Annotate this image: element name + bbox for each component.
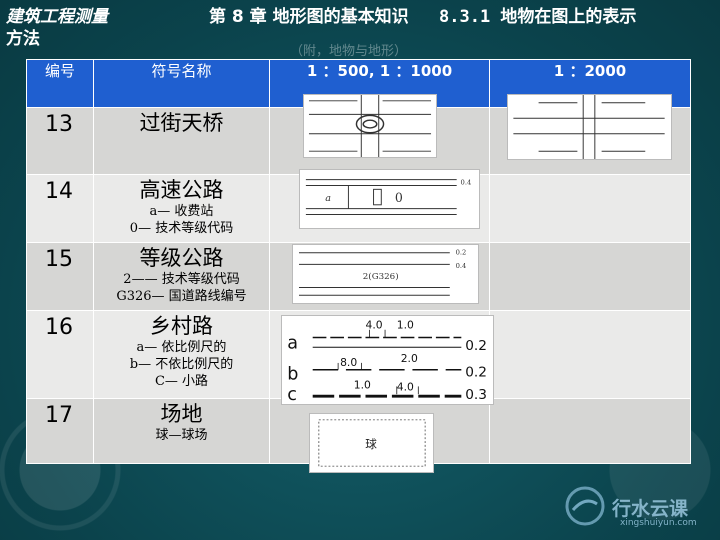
village-bot-dim-1: 1.0: [354, 378, 371, 391]
chapter-title: 第 8 章 地形图的基本知识: [209, 7, 409, 27]
row-name-sub: 球—球场: [155, 428, 208, 443]
row-name-sub: G326— 国道路线编号: [116, 289, 247, 304]
col-name: 符号名称: [93, 59, 270, 108]
row-name-main: 等级公路: [139, 246, 224, 270]
expressway-a-label: a: [325, 193, 331, 204]
ghost-subtitle: （附，地物与地形）: [290, 44, 408, 59]
grade-width-label-1: 0.2: [456, 249, 467, 257]
row-number: 17: [26, 398, 94, 464]
field-label: 球: [365, 437, 377, 451]
symbol-cell: [489, 398, 691, 464]
village-mid-dim-2: 2.0: [401, 352, 418, 365]
row-number: 14: [26, 174, 94, 243]
expressway-code-label: 0: [395, 190, 403, 205]
row-name-main: 乡村路: [150, 314, 213, 338]
symbol-cell: [489, 174, 691, 243]
row-name-main: 场地: [160, 402, 203, 426]
section-title-cont: 方法: [6, 29, 40, 49]
col-number: 编号: [26, 59, 94, 108]
village-top-dim-1: 4.0: [366, 319, 383, 332]
row-name-sub: a— 依比例尺的: [136, 340, 227, 355]
brand-logo-icon: [565, 486, 605, 526]
row-name-main: 高速公路: [139, 178, 224, 202]
village-width-b: 0.2: [465, 365, 487, 381]
row-name-sub: a— 收费站: [149, 204, 214, 219]
row-name-sub: C— 小路: [154, 374, 209, 389]
row-number: 15: [26, 242, 94, 311]
overpass-symbol-small: [507, 94, 672, 160]
expressway-symbol: 0.4 a 0: [299, 169, 480, 229]
row-name: 场地 球—球场: [93, 398, 270, 464]
row-name-sub: 2—— 技术等级代码: [123, 272, 240, 287]
row-name: 过街天桥: [93, 107, 270, 175]
row-name: 乡村路 a— 依比例尺的 b— 不依比例尺的 C— 小路: [93, 310, 270, 399]
village-a-label: a: [287, 333, 298, 353]
row-name-sub: 0— 技术等级代码: [129, 221, 234, 236]
village-mid-dim-1: 8.0: [340, 356, 357, 369]
symbol-cell: [489, 242, 691, 311]
field-symbol: 球: [309, 413, 434, 473]
course-title: 建筑工程测量: [6, 7, 108, 27]
row-name-main: 过街天桥: [139, 111, 224, 135]
expressway-width-label: 0.4: [461, 179, 472, 187]
village-width-a: 0.2: [465, 338, 487, 354]
row-name: 高速公路 a— 收费站 0— 技术等级代码: [93, 174, 270, 243]
slide-title: 建筑工程测量 第 8 章 地形图的基本知识 8.3.1 地物在图上的表示 方法: [6, 6, 714, 49]
grade-code-label: 2(G326): [363, 271, 399, 282]
row-number: 13: [26, 107, 94, 175]
row-name: 等级公路 2—— 技术等级代码 G326— 国道路线编号: [93, 242, 270, 311]
symbol-cell: [489, 310, 691, 399]
village-b-label: b: [287, 365, 298, 385]
village-road-symbol: a b c 4.0 1.0 8.0 2.0 1.0 4.0 0.2 0.2 0.…: [281, 315, 494, 405]
overpass-symbol-large: [303, 94, 437, 158]
brand-url: xingshuiyun.com: [620, 518, 697, 528]
grade-width-label-2: 0.4: [456, 262, 467, 270]
village-c-label: c: [287, 385, 297, 405]
grade-road-symbol: 0.2 0.4 2(G326): [292, 244, 479, 304]
village-width-c: 0.3: [465, 387, 487, 403]
row-number: 16: [26, 310, 94, 399]
section-title: 8.3.1 地物在图上的表示: [439, 7, 637, 27]
village-top-dim-2: 1.0: [397, 319, 414, 332]
row-name-sub: b— 不依比例尺的: [129, 357, 234, 372]
brand-name: 行水云课: [612, 498, 689, 520]
village-bot-dim-2: 4.0: [397, 380, 414, 393]
